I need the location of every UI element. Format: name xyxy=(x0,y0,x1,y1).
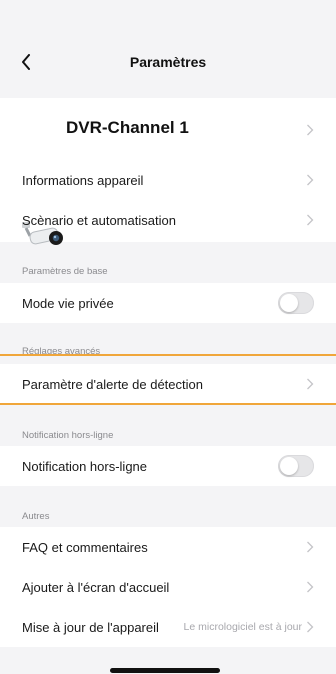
nav-bar: Paramètres xyxy=(0,0,336,92)
home-indicator xyxy=(110,668,220,673)
update-status: Le micrologiciel est à jour xyxy=(183,621,302,633)
update-row[interactable]: Mise à jour de l'appareil Le micrologici… xyxy=(0,607,336,647)
update-label: Mise à jour de l'appareil xyxy=(22,619,159,635)
chevron-right-icon xyxy=(307,541,314,553)
privacy-mode-toggle[interactable] xyxy=(278,292,314,314)
detection-alert-label: Paramètre d'alerte de détection xyxy=(22,376,203,392)
offline-notification-toggle[interactable] xyxy=(278,455,314,477)
scenario-label: Scènario et automatisation xyxy=(22,212,176,228)
section-basic-label: Paramètres de base xyxy=(22,266,108,277)
page-title: Paramètres xyxy=(129,54,207,70)
scenario-row[interactable]: Scènario et automatisation xyxy=(0,200,336,240)
chevron-right-icon xyxy=(307,174,314,186)
toggle-knob xyxy=(280,457,298,475)
privacy-mode-row: Mode vie privée xyxy=(0,283,336,323)
section-others-label: Autres xyxy=(22,511,50,522)
chevron-right-icon xyxy=(307,581,314,593)
highlight-top-line xyxy=(0,354,336,356)
faq-label: FAQ et commentaires xyxy=(22,539,148,555)
device-name: DVR-Channel 1 xyxy=(66,118,189,137)
device-row[interactable]: DVR-Channel 1 xyxy=(0,106,336,245)
add-home-label: Ajouter à l'écran d'accueil xyxy=(22,579,170,595)
detection-alert-row[interactable]: Paramètre d'alerte de détection xyxy=(0,364,336,404)
privacy-mode-label: Mode vie privée xyxy=(22,295,114,311)
offline-notification-row: Notification hors-ligne xyxy=(0,446,336,486)
chevron-right-icon xyxy=(307,124,314,136)
chevron-right-icon xyxy=(307,214,314,226)
toggle-knob xyxy=(280,294,298,312)
add-home-row[interactable]: Ajouter à l'écran d'accueil xyxy=(0,567,336,607)
faq-row[interactable]: FAQ et commentaires xyxy=(0,527,336,567)
device-info-label: Informations appareil xyxy=(22,172,144,188)
chevron-right-icon xyxy=(307,621,314,633)
chevron-right-icon xyxy=(307,378,314,390)
highlight-bottom-line xyxy=(0,403,336,405)
offline-notification-label: Notification hors-ligne xyxy=(22,458,148,474)
device-info-row[interactable]: Informations appareil xyxy=(0,160,336,200)
section-offline-label: Notification hors-ligne xyxy=(22,430,114,441)
